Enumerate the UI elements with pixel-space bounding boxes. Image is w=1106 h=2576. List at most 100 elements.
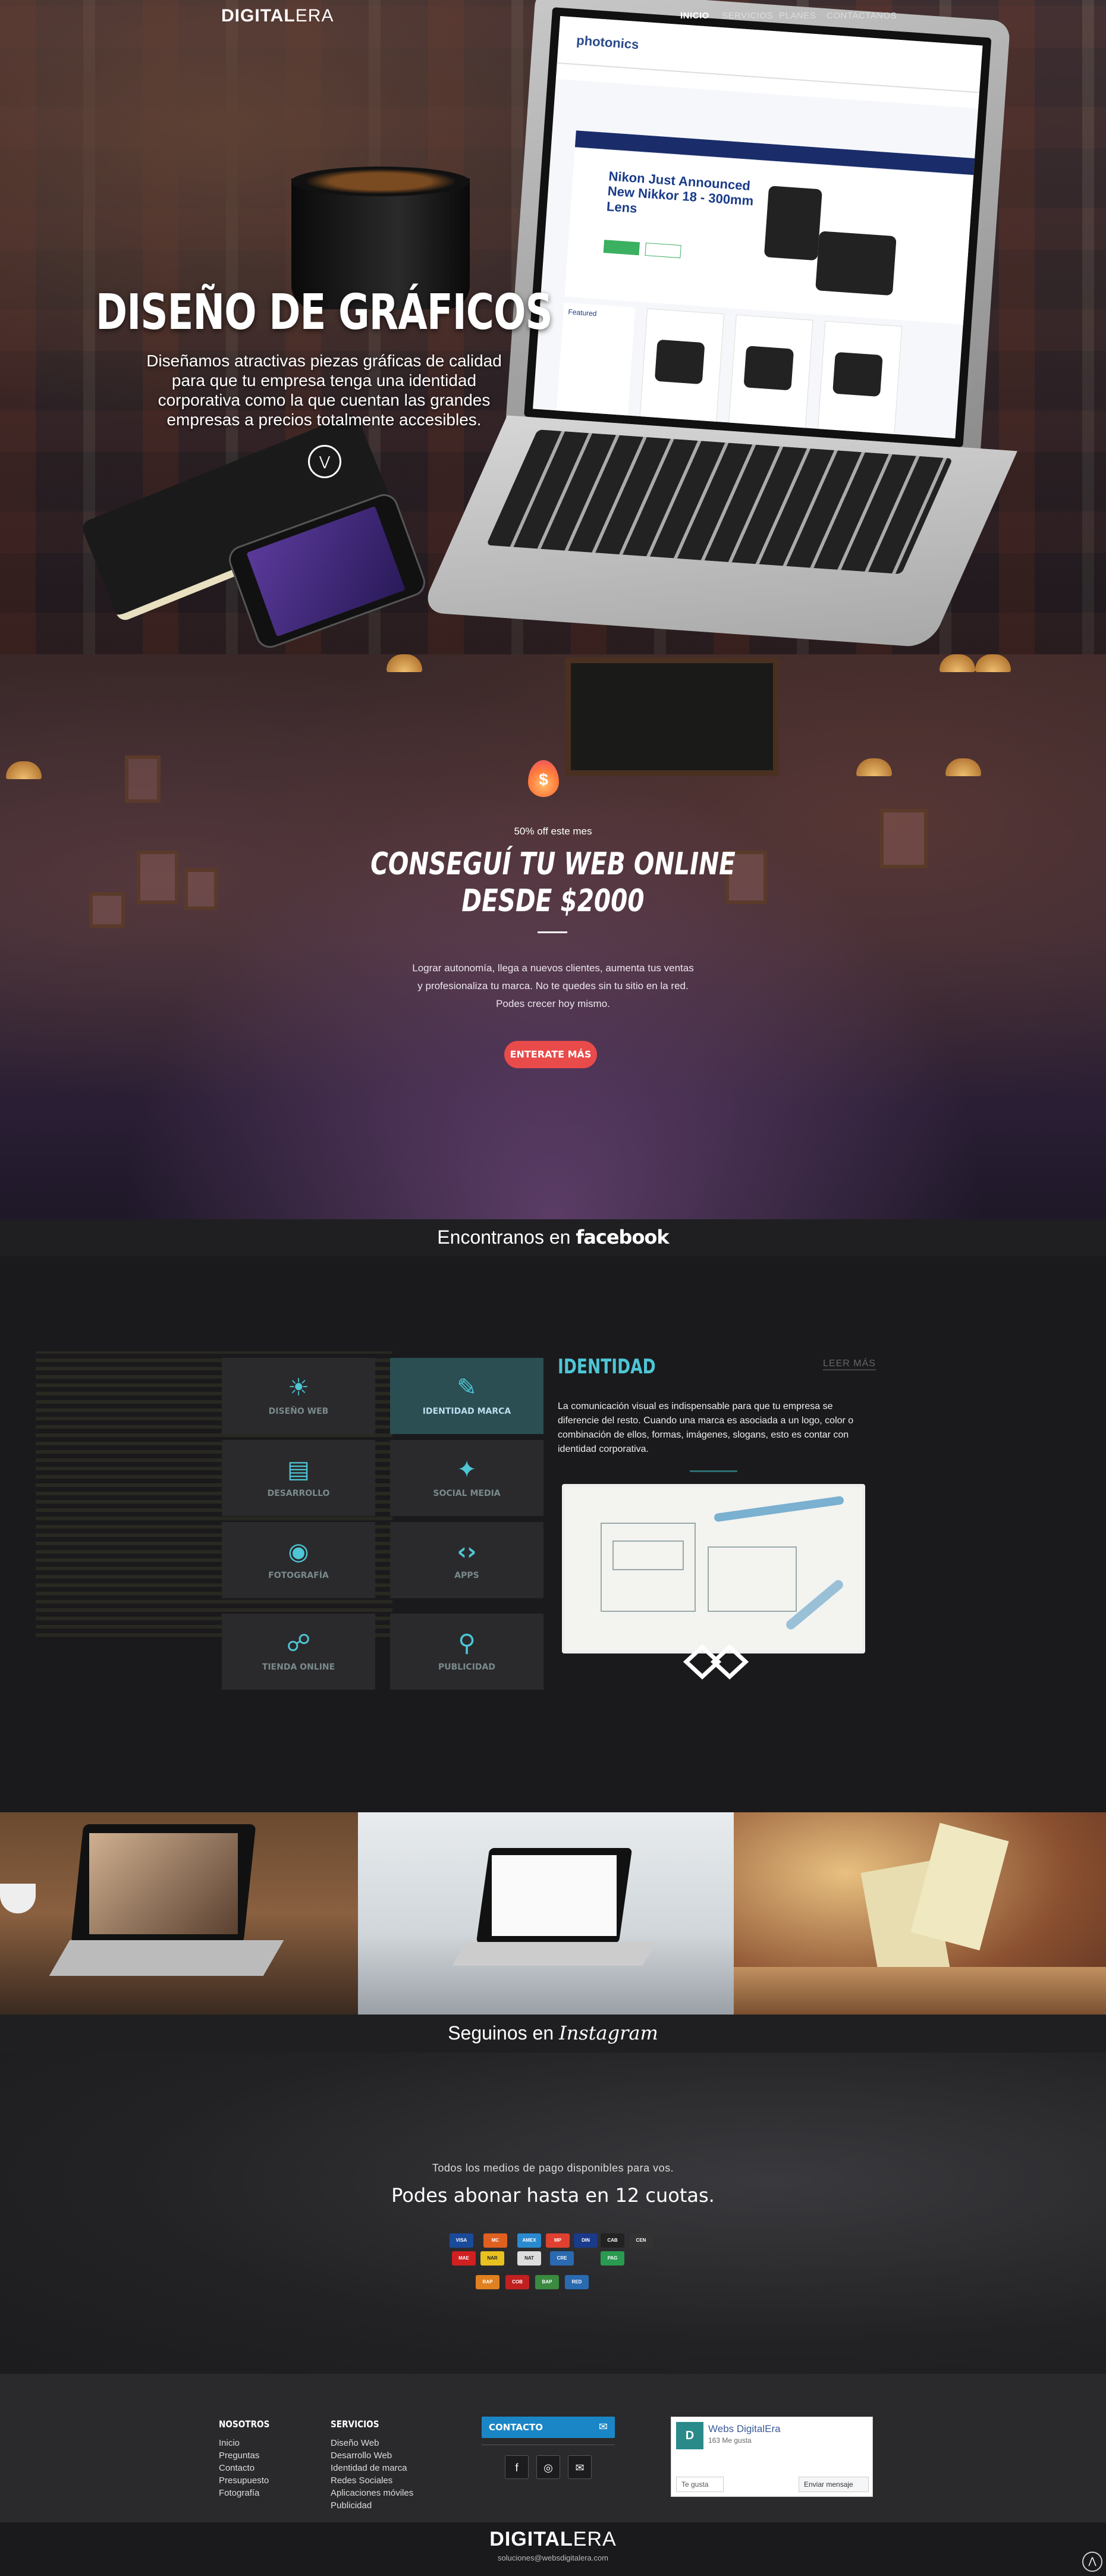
pencil-edit-icon: ✎ xyxy=(457,1374,477,1401)
cart-icon: ☍ xyxy=(286,1630,311,1657)
screen-brand: photonics xyxy=(576,33,640,52)
page-likes: 163 Me gusta xyxy=(708,2436,752,2445)
footer-heading: SERVICIOS xyxy=(331,2418,379,2430)
payment-card-logo: MC xyxy=(483,2233,507,2248)
promo-section xyxy=(0,654,1106,1219)
divider xyxy=(690,1470,737,1472)
service-social-media[interactable]: ✦ SOCIAL MEDIA xyxy=(390,1440,543,1516)
portfolio-image-laptop-photos[interactable] xyxy=(0,1812,358,2015)
footer-link[interactable]: Inicio xyxy=(219,2437,278,2449)
portfolio-image-branding[interactable] xyxy=(734,1812,1106,2015)
service-apps[interactable]: ‹› APPS xyxy=(390,1522,543,1598)
hero-subtitle: Diseñamos atractivas piezas gráficas de … xyxy=(146,352,502,429)
read-more-link[interactable]: LEER MÁS xyxy=(823,1358,876,1370)
payment-card-logo: MP xyxy=(546,2233,570,2248)
diamond-logo-icon xyxy=(683,1644,749,1680)
ad-search-icon: ⚲ xyxy=(458,1630,476,1657)
chevron-double-down-icon[interactable]: ⋁ xyxy=(308,445,341,478)
nav-item-inicio[interactable]: INICIO xyxy=(680,11,709,21)
instagram-bar-prefix: Seguinos en xyxy=(448,2022,554,2044)
page-avatar: D xyxy=(676,2422,703,2449)
service-diseno-web[interactable]: ☀ DISEÑO WEB xyxy=(222,1358,375,1434)
nav-item-planes[interactable]: PLANES xyxy=(779,11,816,21)
payment-card-logo: NAR xyxy=(480,2251,504,2266)
share-network-icon: ✦ xyxy=(457,1456,477,1483)
service-tienda-online[interactable]: ☍ TIENDA ONLINE xyxy=(222,1614,375,1690)
screen-headline: Nikon Just Announced New Nikkor 18 - 300… xyxy=(606,168,754,216)
camera-icon: ◉ xyxy=(288,1538,309,1565)
contact-button[interactable]: CONTACTO ✉ xyxy=(482,2417,615,2438)
footer-col-nosotros: NOSOTROS Inicio Preguntas Contacto Presu… xyxy=(219,2418,278,2499)
code-icon: ‹› xyxy=(457,1538,477,1565)
payment-card-logo: RAP xyxy=(476,2275,499,2289)
hero-title: DISEÑO DE GRÁFICOS xyxy=(96,284,553,341)
payment-card-logo: RED xyxy=(565,2275,589,2289)
footer-col-servicios: SERVICIOS Diseño Web Desarrollo Web Iden… xyxy=(331,2418,413,2512)
service-detail-text: La comunicación visual es indispensable … xyxy=(558,1401,854,1454)
payment-card-logo: PAG xyxy=(601,2251,624,2266)
sketch-image xyxy=(562,1484,865,1653)
facebook-icon[interactable]: f xyxy=(505,2455,529,2479)
mail-icon: ✉ xyxy=(598,2421,608,2433)
hero-section: photonics Nikon Just Announced New Nikko… xyxy=(0,0,1106,654)
footer-link[interactable]: Aplicaciones móviles xyxy=(331,2487,413,2499)
payment-card-logo: VISA xyxy=(450,2233,473,2248)
laptop-screen: photonics Nikon Just Announced New Nikko… xyxy=(524,7,992,448)
services-section xyxy=(0,1256,1106,1812)
service-desarrollo[interactable]: ▤ DESARROLLO xyxy=(222,1440,375,1516)
monitor-icon: ▤ xyxy=(287,1456,310,1483)
chevron-up-icon[interactable]: ⋀ xyxy=(1082,2552,1102,2572)
footer xyxy=(0,2374,1106,2522)
payment-card-logo: DIN xyxy=(574,2233,598,2248)
footer-link[interactable]: Desarrollo Web xyxy=(331,2449,413,2462)
payment-card-logo: CEN xyxy=(629,2233,653,2248)
footer-email[interactable]: soluciones@websdigitalera.com xyxy=(0,2553,1106,2562)
payment-card-logo: COB xyxy=(505,2275,529,2289)
promo-text: Lograr autonomía, llega a nuevos cliente… xyxy=(412,962,694,1009)
footer-logo[interactable]: DIGITALERA xyxy=(0,2528,1106,2551)
instagram-bar-brand[interactable]: Instagram xyxy=(559,2022,658,2044)
footer-link[interactable]: Redes Sociales xyxy=(331,2474,413,2487)
footer-link[interactable]: Presupuesto xyxy=(219,2474,278,2487)
payments-subtitle: Todos los medios de pago disponibles par… xyxy=(432,2162,674,2174)
footer-link[interactable]: Fotografía xyxy=(219,2487,278,2499)
facebook-bar-brand[interactable]: facebook xyxy=(576,1226,669,1248)
send-message-button[interactable]: Enviar mensaje xyxy=(799,2477,869,2492)
payment-card-logo: MAE xyxy=(452,2251,476,2266)
payment-card-logo: AMEX xyxy=(517,2233,541,2248)
divider xyxy=(538,931,567,933)
facebook-bar-prefix: Encontranos en xyxy=(437,1226,571,1248)
promo-cta-button[interactable]: ENTERATE MÁS xyxy=(504,1041,597,1068)
payment-card-logo: NAT xyxy=(517,2251,541,2266)
promo-discount: 50% off este mes xyxy=(514,826,592,837)
footer-link[interactable]: Identidad de marca xyxy=(331,2462,413,2474)
instagram-icon[interactable]: ◎ xyxy=(536,2455,560,2479)
footer-link[interactable]: Diseño Web xyxy=(331,2437,413,2449)
payment-card-logo: BAP xyxy=(535,2275,559,2289)
promo-title: CONSEGUÍ TU WEB ONLINE DESDE $2000 xyxy=(370,846,736,919)
nav-item-servicios[interactable]: SERVICIOS xyxy=(722,11,773,21)
facebook-bar[interactable]: Encontranos en facebook xyxy=(0,1219,1106,1256)
service-publicidad[interactable]: ⚲ PUBLICIDAD xyxy=(390,1614,543,1690)
facebook-page-widget[interactable]: D Webs DigitalEra 163 Me gusta Te gusta … xyxy=(671,2417,873,2497)
footer-link[interactable]: Preguntas xyxy=(219,2449,278,2462)
service-fotografia[interactable]: ◉ FOTOGRAFÍA xyxy=(222,1522,375,1598)
service-detail-title: IDENTIDAD xyxy=(558,1355,656,1379)
portfolio-image-laptop-desk[interactable] xyxy=(358,1812,734,2015)
lightbulb-icon: ☀ xyxy=(288,1374,309,1401)
nav-item-contactanos[interactable]: CONTACTANOS xyxy=(827,11,897,21)
instagram-bar[interactable]: Seguinos en Instagram xyxy=(0,2015,1106,2053)
page-name[interactable]: Webs DigitalEra xyxy=(708,2423,781,2435)
footer-link[interactable]: Publicidad xyxy=(331,2499,413,2512)
payment-card-logo: CAB xyxy=(601,2233,624,2248)
chalkboard-image xyxy=(565,657,779,776)
footer-link[interactable]: Contacto xyxy=(219,2462,278,2474)
payments-title: Podes abonar hasta en 12 cuotas. xyxy=(391,2184,715,2207)
mail-icon[interactable]: ✉ xyxy=(568,2455,592,2479)
like-button[interactable]: Te gusta xyxy=(676,2477,724,2492)
payments-section xyxy=(0,2053,1106,2374)
footer-heading: NOSOTROS xyxy=(219,2418,270,2430)
nav-logo[interactable]: DIGITALERA xyxy=(221,6,334,26)
service-identidad-marca[interactable]: ✎ IDENTIDAD MARCA xyxy=(390,1358,543,1434)
payment-card-logo: CRE xyxy=(550,2251,574,2266)
